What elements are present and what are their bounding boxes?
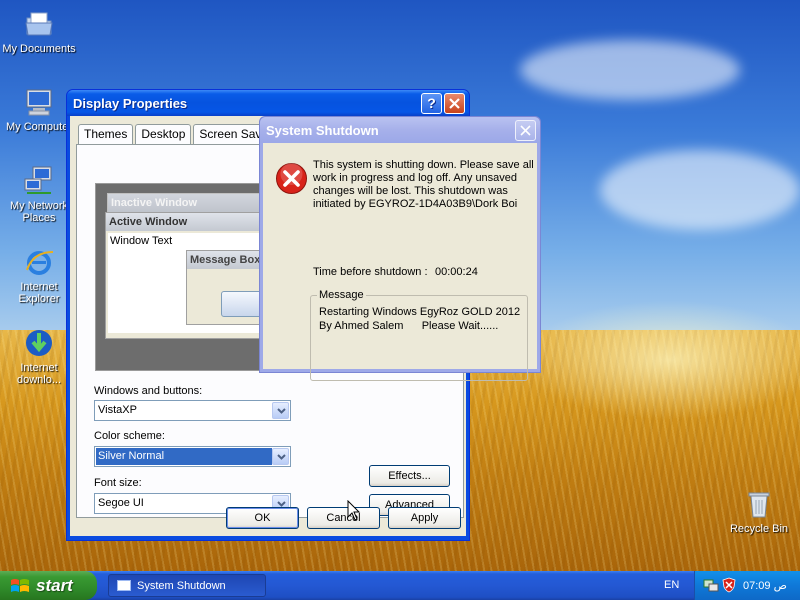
cancel-button[interactable]: Cancel bbox=[307, 507, 380, 529]
computer-icon bbox=[26, 89, 52, 116]
start-button[interactable]: start bbox=[0, 571, 97, 600]
help-button[interactable]: ? bbox=[421, 92, 442, 114]
language-indicator[interactable]: EN bbox=[664, 579, 679, 591]
desktop-icon-label: My Documents bbox=[2, 43, 76, 55]
clock[interactable]: 07:09 ص bbox=[743, 579, 787, 592]
close-icon bbox=[520, 124, 531, 136]
desktop-icon-my-documents[interactable]: My Documents bbox=[0, 8, 78, 55]
time-before-shutdown-label: Time before shutdown : bbox=[313, 266, 428, 278]
system-shutdown-dialog: System Shutdown This system is shutting … bbox=[259, 116, 541, 381]
appearance-preview: Inactive Window Active Window Window Tex… bbox=[95, 183, 277, 371]
window-icon bbox=[117, 580, 131, 591]
network-tray-icon[interactable] bbox=[703, 577, 719, 593]
download-manager-icon bbox=[26, 330, 52, 356]
desktop-icon-recycle-bin[interactable]: Recycle Bin bbox=[720, 488, 798, 535]
taskbar-item-label: System Shutdown bbox=[137, 579, 226, 592]
system-tray: 07:09 ص bbox=[694, 571, 800, 600]
close-icon bbox=[449, 97, 460, 109]
taskbar-item-system-shutdown[interactable]: System Shutdown bbox=[108, 574, 266, 597]
color-scheme-label: Color scheme: bbox=[94, 430, 165, 442]
chevron-down-icon bbox=[272, 448, 289, 465]
color-scheme-value: Silver Normal bbox=[96, 448, 272, 465]
desktop-icon-label: Recycle Bin bbox=[729, 523, 789, 535]
font-size-value: Segoe UI bbox=[98, 497, 144, 509]
mouse-pointer-icon bbox=[347, 500, 361, 521]
question-mark-icon: ? bbox=[427, 95, 436, 111]
recycle-bin-icon bbox=[748, 492, 770, 518]
ok-button[interactable]: OK bbox=[226, 507, 299, 529]
security-shield-icon[interactable] bbox=[721, 577, 737, 593]
dialog-title: System Shutdown bbox=[266, 122, 379, 138]
folder-documents-icon bbox=[25, 12, 53, 36]
tab-strip: Themes Desktop Screen Saver bbox=[78, 124, 280, 144]
wallpaper-cloud bbox=[520, 40, 740, 100]
time-before-shutdown-value: 00:00:24 bbox=[435, 266, 478, 278]
preview-inactive-title: Inactive Window bbox=[108, 194, 276, 212]
color-scheme-select[interactable]: Silver Normal bbox=[94, 446, 291, 467]
message-group-label: Message bbox=[317, 289, 366, 301]
windows-logo-icon bbox=[11, 578, 29, 592]
tab-desktop[interactable]: Desktop bbox=[135, 124, 192, 144]
apply-button[interactable]: Apply bbox=[388, 507, 461, 529]
preview-window-text: Window Text bbox=[110, 235, 173, 247]
wallpaper-sun-glow bbox=[520, 300, 800, 420]
display-properties-titlebar[interactable]: Display Properties ? bbox=[67, 90, 469, 116]
close-button[interactable] bbox=[515, 119, 536, 141]
network-icon bbox=[24, 166, 52, 194]
preview-active-window: Active Window Window Text Message Box bbox=[105, 212, 276, 339]
start-label: start bbox=[36, 575, 73, 595]
preview-window-text-area: Window Text Message Box bbox=[108, 233, 276, 333]
error-icon bbox=[276, 163, 307, 194]
effects-button[interactable]: Effects... bbox=[369, 465, 450, 487]
system-shutdown-titlebar[interactable]: System Shutdown bbox=[260, 117, 540, 143]
window-title: Display Properties bbox=[73, 95, 188, 111]
close-button[interactable] bbox=[444, 92, 465, 114]
preview-active-title: Active Window bbox=[106, 213, 274, 231]
windows-buttons-label: Windows and buttons: bbox=[94, 385, 203, 397]
windows-buttons-select[interactable]: VistaXP bbox=[94, 400, 291, 421]
tab-themes[interactable]: Themes bbox=[78, 124, 134, 144]
shutdown-message: This system is shutting down. Please sav… bbox=[313, 159, 534, 210]
internet-explorer-icon bbox=[26, 251, 54, 275]
custom-shutdown-message: Restarting Windows EgyRoz GOLD 2012 By A… bbox=[319, 306, 521, 332]
font-size-label: Font size: bbox=[94, 477, 142, 489]
windows-buttons-value: VistaXP bbox=[98, 404, 137, 416]
chevron-down-icon bbox=[272, 402, 289, 419]
wallpaper-cloud bbox=[600, 150, 800, 230]
taskbar: start System Shutdown EN 07:09 ص bbox=[0, 571, 800, 600]
system-shutdown-body: This system is shutting down. Please sav… bbox=[263, 143, 537, 381]
